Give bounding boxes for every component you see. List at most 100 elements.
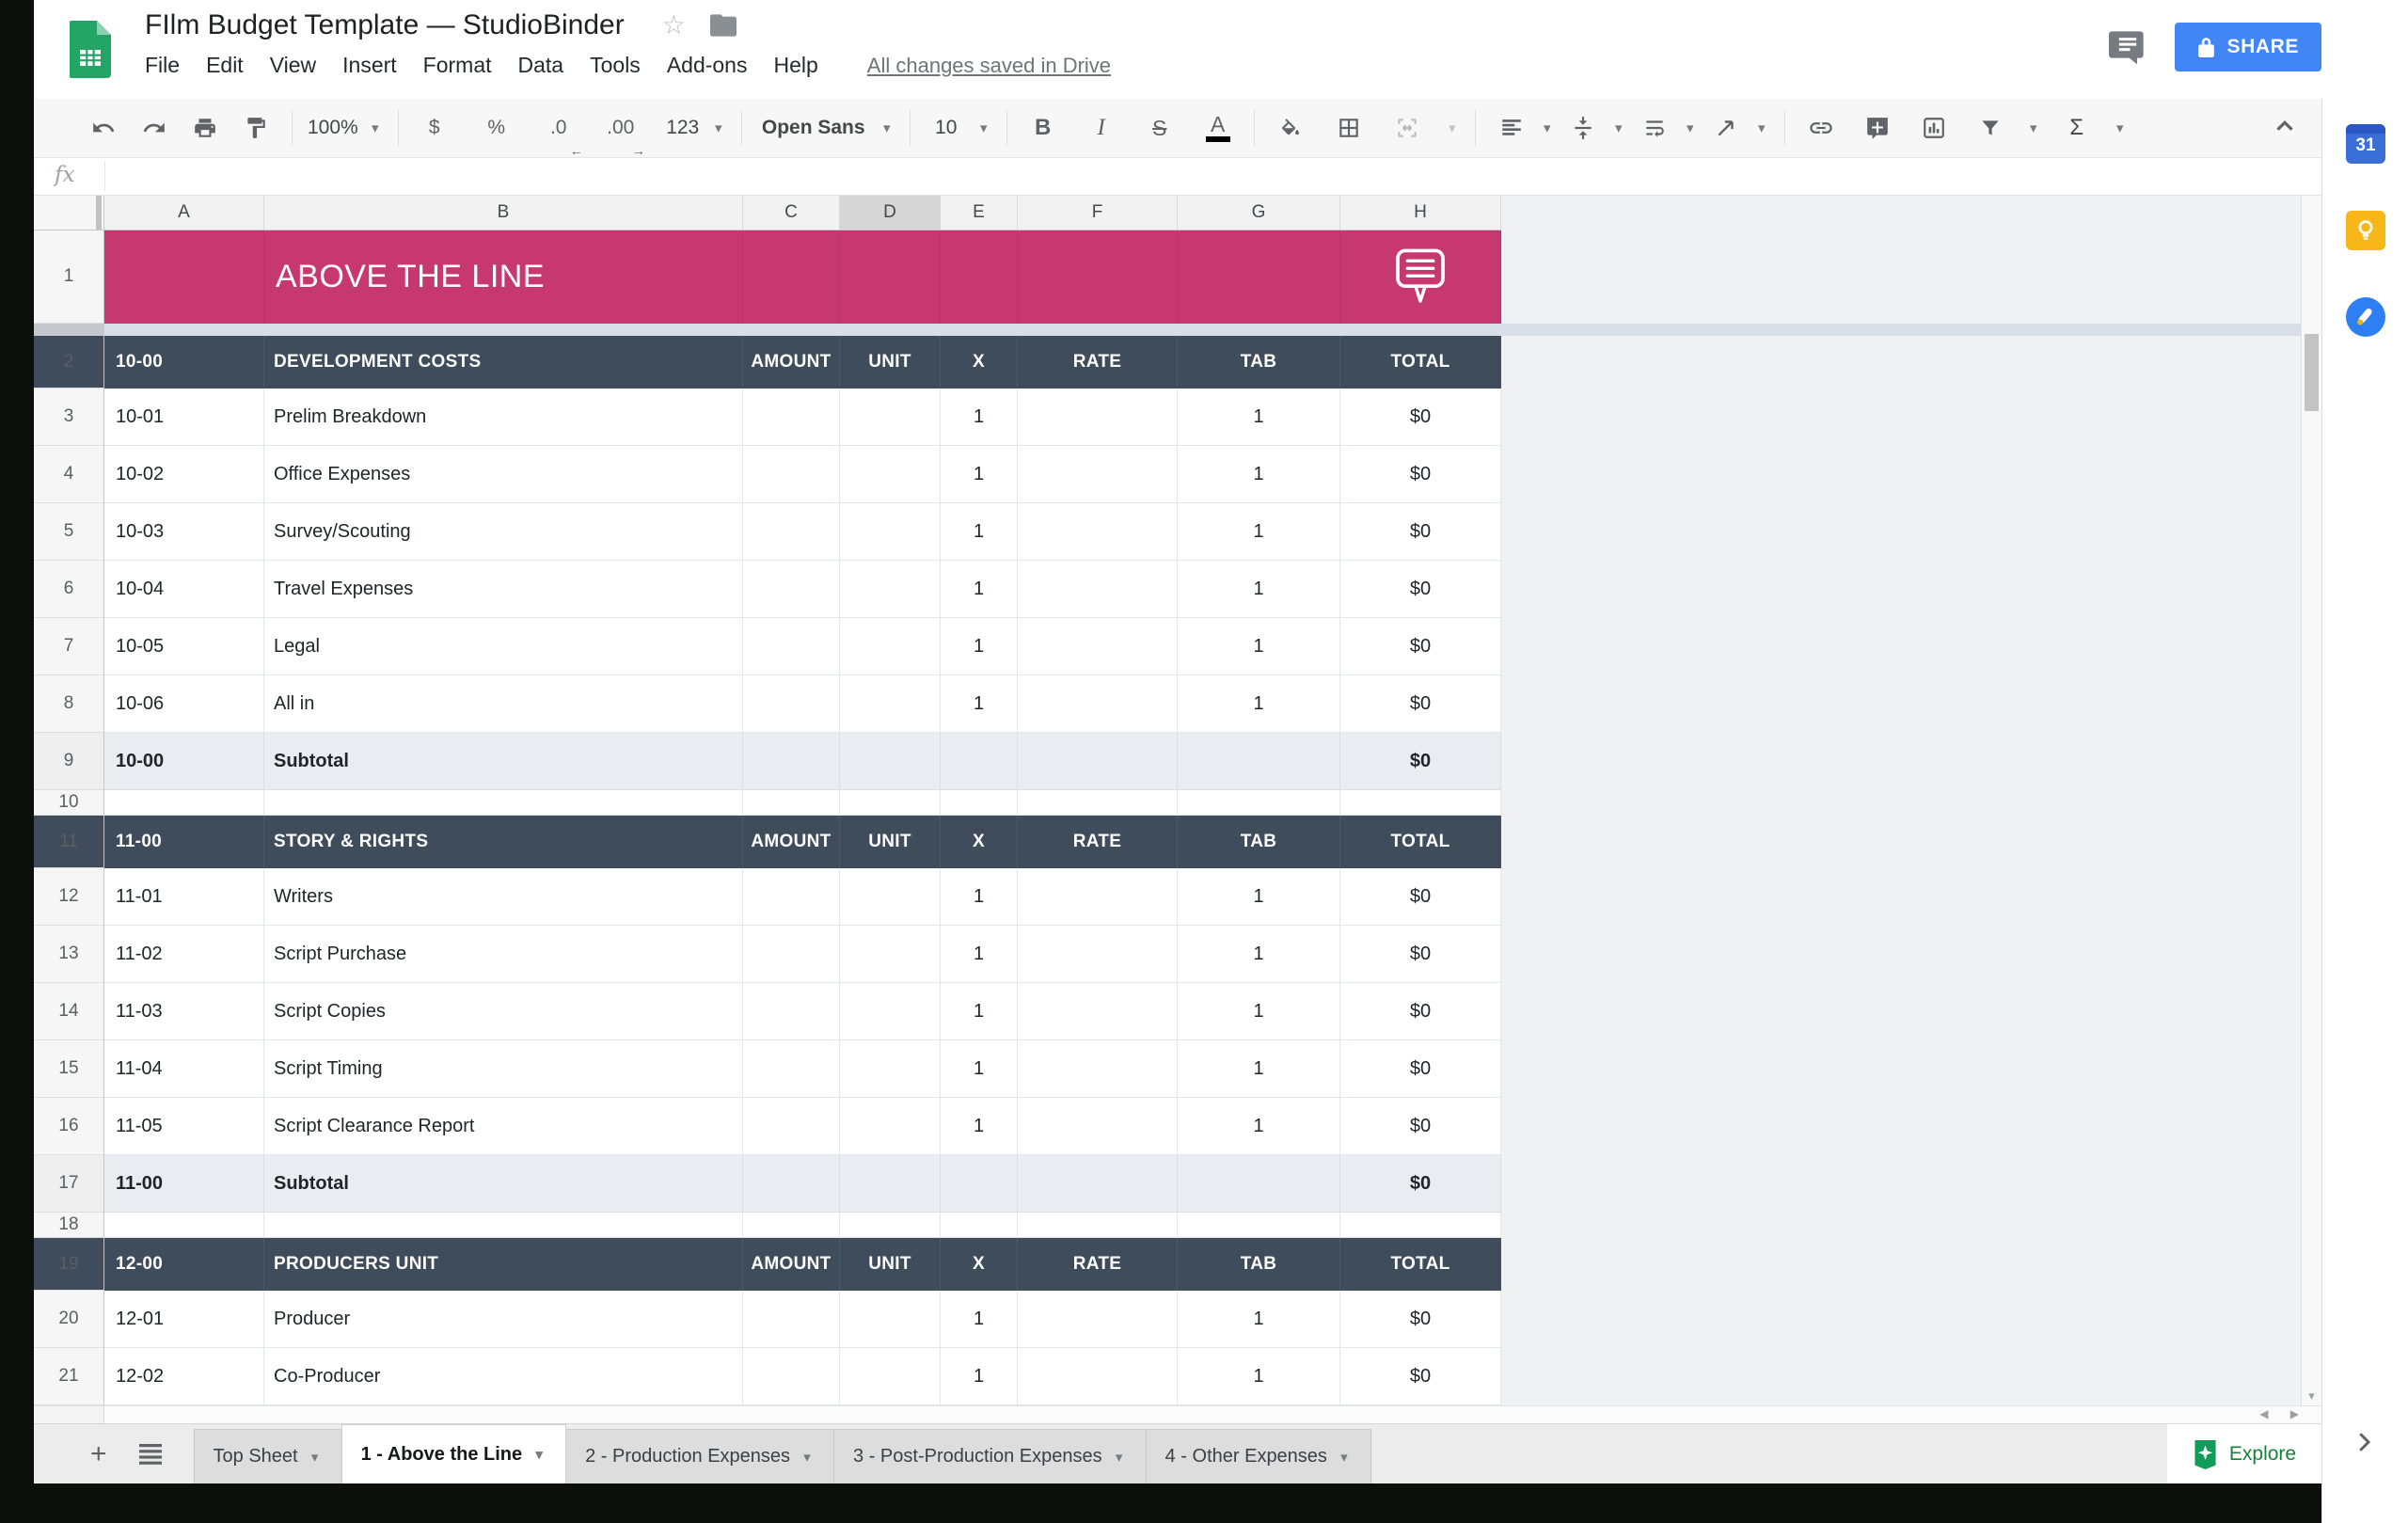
bold-button[interactable]: B [1022, 107, 1064, 149]
row-header[interactable]: 21 [34, 1348, 103, 1405]
cell-code[interactable]: 12-00 [104, 1238, 264, 1291]
row-header[interactable]: 10 [34, 790, 103, 816]
format-currency-button[interactable]: $ [414, 107, 455, 149]
cell-tab[interactable]: 1 [1178, 561, 1340, 618]
cell-total[interactable] [1340, 1213, 1501, 1238]
cell-total[interactable] [1340, 790, 1501, 816]
cell-amount[interactable] [743, 983, 840, 1040]
menu-item[interactable]: Add-ons [667, 49, 761, 82]
cell-rate[interactable] [1018, 1348, 1178, 1405]
banner-cell[interactable] [941, 230, 1018, 324]
strikethrough-button[interactable]: S [1139, 107, 1180, 149]
cell-unit[interactable] [840, 675, 941, 733]
save-status-link[interactable]: All changes saved in Drive [867, 54, 1111, 78]
column-header-c[interactable]: C [743, 196, 840, 230]
cell-amount[interactable] [743, 675, 840, 733]
cell-tab[interactable]: 1 [1178, 503, 1340, 561]
vertical-align-icon[interactable] [1562, 107, 1604, 149]
cell-code[interactable]: 10-06 [104, 675, 264, 733]
chevron-down-icon[interactable] [711, 119, 726, 136]
chevron-down-icon[interactable] [800, 1449, 815, 1466]
column-header-e[interactable]: E [941, 196, 1018, 230]
chevron-down-icon[interactable] [1611, 119, 1626, 136]
row-header[interactable]: 5 [34, 503, 103, 561]
move-to-folder-icon[interactable] [709, 14, 737, 37]
cell-x[interactable]: X [941, 336, 1018, 389]
cell-x[interactable]: 1 [941, 675, 1018, 733]
cell-description[interactable]: All in [264, 675, 743, 733]
cell-code[interactable]: 10-01 [104, 389, 264, 446]
cell-rate[interactable] [1018, 868, 1178, 926]
cell-rate[interactable] [1018, 446, 1178, 503]
cell-tab[interactable]: 1 [1178, 1098, 1340, 1155]
cell-amount[interactable] [743, 561, 840, 618]
cell-description[interactable] [264, 1213, 743, 1238]
cell-code[interactable]: 11-04 [104, 1040, 264, 1098]
collapse-side-panel-icon[interactable] [2350, 1428, 2378, 1461]
cell-description[interactable]: Prelim Breakdown [264, 389, 743, 446]
cell-total[interactable]: $0 [1340, 926, 1501, 983]
row-header[interactable]: 2 [34, 336, 103, 389]
banner-title[interactable]: ABOVE THE LINE [264, 230, 743, 324]
decrease-decimal-button[interactable]: .0 ← [538, 107, 583, 158]
row-header[interactable]: 8 [34, 675, 103, 733]
cell-x[interactable]: 1 [941, 389, 1018, 446]
cell-x[interactable]: 1 [941, 446, 1018, 503]
all-sheets-icon[interactable] [138, 1443, 162, 1465]
google-sheets-icon[interactable] [70, 21, 111, 78]
cell-x[interactable]: 1 [941, 1291, 1018, 1348]
cell-description[interactable]: Writers [264, 868, 743, 926]
cell-x[interactable]: 1 [941, 983, 1018, 1040]
cell-unit[interactable]: UNIT [840, 816, 941, 868]
row-header[interactable]: 11 [34, 816, 103, 868]
cell-x[interactable]: X [941, 816, 1018, 868]
cell-unit[interactable] [840, 1155, 941, 1213]
sheet-tab[interactable]: 2 - Production Expenses [565, 1429, 835, 1483]
chevron-down-icon[interactable] [368, 119, 383, 136]
row-header[interactable]: 14 [34, 983, 103, 1040]
row-header[interactable]: 9 [34, 733, 103, 790]
cell-tab[interactable]: 1 [1178, 446, 1340, 503]
cell-amount[interactable] [743, 503, 840, 561]
cell-amount[interactable] [743, 868, 840, 926]
chevron-down-icon[interactable] [2113, 119, 2128, 136]
cell-rate[interactable] [1018, 618, 1178, 675]
cell-amount[interactable] [743, 733, 840, 790]
cell-total[interactable]: $0 [1340, 1348, 1501, 1405]
format-percent-button[interactable]: % [476, 107, 517, 149]
cell-total[interactable]: $0 [1340, 446, 1501, 503]
increase-decimal-button[interactable]: .00 → [600, 107, 645, 158]
fill-color-icon[interactable] [1270, 107, 1311, 149]
sheet-tab[interactable]: 4 - Other Expenses [1145, 1429, 1371, 1483]
cell-code[interactable] [104, 790, 264, 816]
cell-description[interactable]: Subtotal [264, 1155, 743, 1213]
row-header[interactable]: 18 [34, 1213, 103, 1238]
paint-format-icon[interactable] [235, 107, 277, 149]
cell-x[interactable]: 1 [941, 618, 1018, 675]
cell-amount[interactable] [743, 1155, 840, 1213]
menu-item[interactable]: Tools [590, 49, 654, 82]
cell-description[interactable]: Script Clearance Report [264, 1098, 743, 1155]
cell-rate[interactable] [1018, 675, 1178, 733]
cell-x[interactable]: X [941, 1238, 1018, 1291]
google-keep-icon[interactable] [2346, 211, 2385, 250]
cell-description[interactable]: Subtotal [264, 733, 743, 790]
row-header[interactable]: 19 [34, 1238, 103, 1291]
cell-tab[interactable]: 1 [1178, 1040, 1340, 1098]
chevron-down-icon[interactable] [531, 1446, 547, 1463]
add-sheet-icon[interactable]: + [90, 1439, 107, 1468]
filter-icon[interactable] [1970, 107, 2011, 149]
scroll-down-icon[interactable]: ▾ [2302, 1388, 2321, 1404]
cell-total[interactable]: TOTAL [1340, 1238, 1501, 1291]
cell-amount[interactable] [743, 790, 840, 816]
cell-tab[interactable]: TAB [1178, 336, 1340, 389]
cell-x[interactable] [941, 1213, 1018, 1238]
cell-description[interactable]: Co-Producer [264, 1348, 743, 1405]
cell-code[interactable]: 11-05 [104, 1098, 264, 1155]
chevron-down-icon[interactable] [2026, 119, 2041, 136]
cell-description[interactable]: STORY & RIGHTS [264, 816, 743, 868]
cell-unit[interactable] [840, 1291, 941, 1348]
cell-total[interactable]: TOTAL [1340, 336, 1501, 389]
cell-description[interactable]: Travel Expenses [264, 561, 743, 618]
insert-link-icon[interactable] [1800, 107, 1842, 149]
